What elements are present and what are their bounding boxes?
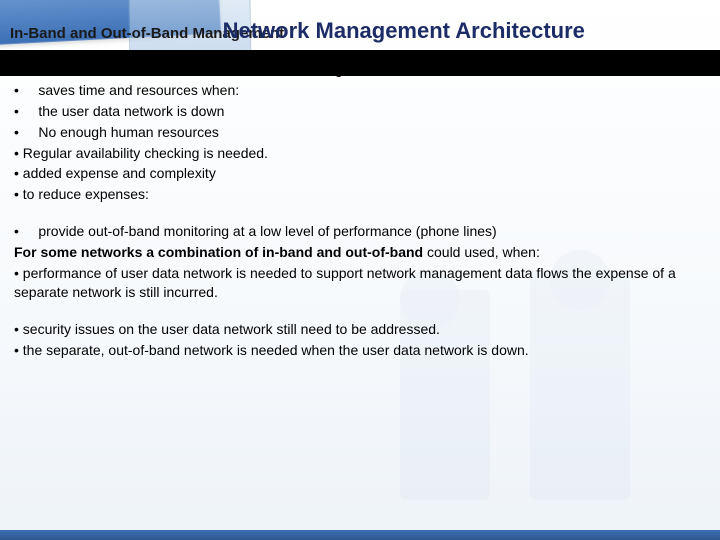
oob-term: Out-of-band — [23, 61, 98, 77]
body-text: provide out-of-band monitoring at a low … — [38, 223, 496, 239]
body-strong: For some networks a combination of in-ba… — [14, 244, 423, 260]
body-text: the user data network is down — [38, 103, 224, 119]
slide-title: In-Band and Out-of-Band Management Netwo… — [10, 18, 710, 48]
slide-body: • Out-of-band can be used to troubleshoo… — [14, 60, 706, 362]
body-text: the separate, out-of-band network is nee… — [23, 342, 529, 358]
body-line: • Out-of-band can be used to troubleshoo… — [14, 60, 706, 79]
title-main: Network Management Architecture — [223, 18, 585, 43]
body-text: saves time and resources when: — [38, 82, 239, 98]
body-line: • No enough human resources — [14, 123, 706, 142]
body-text: added expense and complexity — [23, 165, 216, 181]
body-text: could used, when: — [423, 244, 540, 260]
body-line: • the separate, out-of-band network is n… — [14, 341, 706, 360]
body-text: to reduce expenses: — [23, 186, 149, 202]
body-line: • provide out-of-band monitoring at a lo… — [14, 222, 706, 241]
body-line: • Regular availability checking is neede… — [14, 144, 706, 163]
body-line: • saves time and resources when: — [14, 81, 706, 100]
footer-bar — [0, 530, 720, 540]
body-section: • security issues on the user data netwo… — [14, 320, 706, 360]
body-line: • added expense and complexity — [14, 164, 706, 183]
body-section: • provide out-of-band monitoring at a lo… — [14, 222, 706, 302]
body-line: • security issues on the user data netwo… — [14, 320, 706, 339]
body-text: performance of user data network is need… — [14, 265, 676, 300]
body-line: For some networks a combination of in-ba… — [14, 243, 706, 262]
body-text: No enough human resources — [38, 124, 219, 140]
slide: In-Band and Out-of-Band Management Netwo… — [0, 0, 720, 540]
body-line: • the user data network is down — [14, 102, 706, 121]
body-text: can be used to troubleshoot and configur… — [98, 61, 462, 77]
body-text: security issues on the user data network… — [23, 321, 440, 337]
body-line: • performance of user data network is ne… — [14, 264, 706, 302]
body-line: • to reduce expenses: — [14, 185, 706, 204]
body-text: Regular availability checking is needed. — [23, 145, 268, 161]
